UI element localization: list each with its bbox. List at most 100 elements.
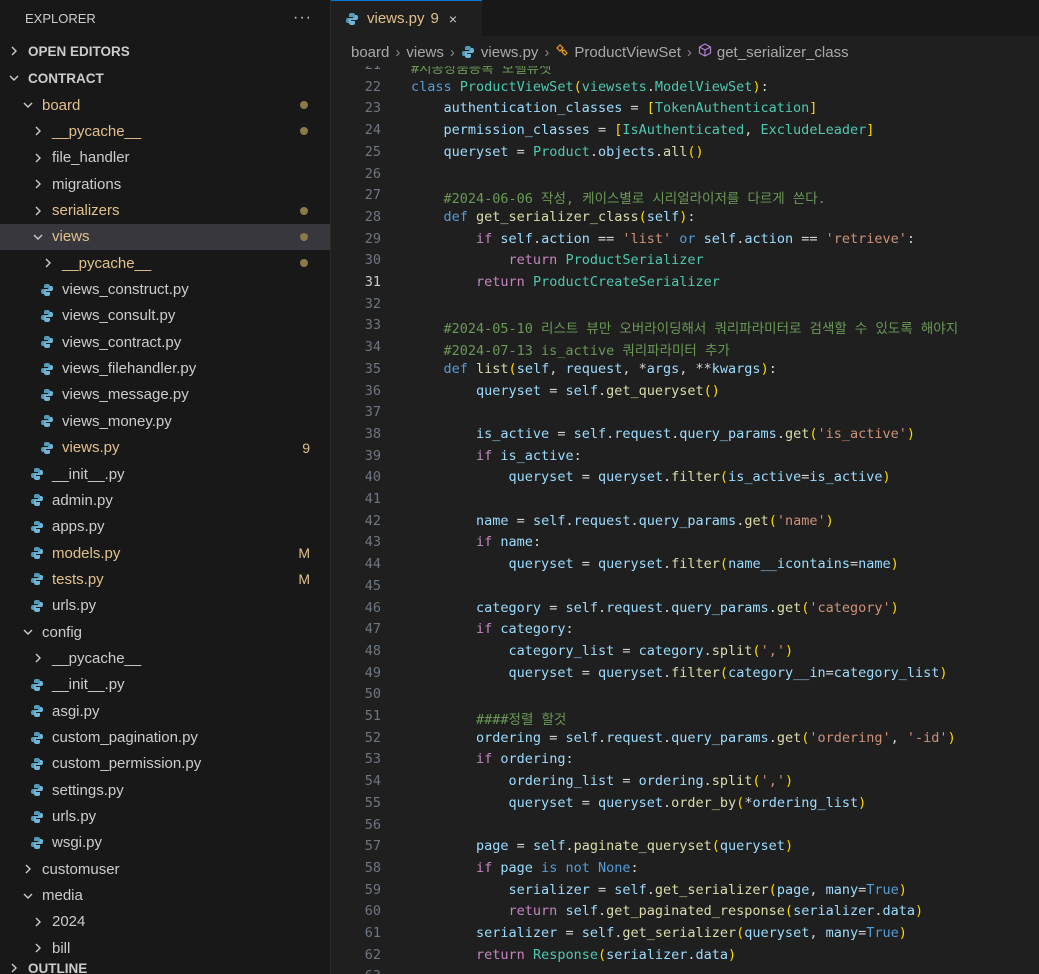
file-item[interactable]: custom_pagination.py xyxy=(0,724,330,750)
chevron-right-icon xyxy=(30,206,46,216)
tree-item-label: __init__.py xyxy=(52,465,125,483)
line-number: 33 xyxy=(364,317,381,334)
folder-item[interactable]: media xyxy=(0,883,330,909)
file-item[interactable]: urls.py xyxy=(0,803,330,829)
python-file-icon xyxy=(40,362,54,376)
folder-item[interactable]: __pycache__ xyxy=(0,645,330,671)
line-number: 35 xyxy=(364,360,381,377)
file-item[interactable]: tests.py M xyxy=(0,566,330,592)
python-file-icon xyxy=(345,12,359,26)
file-item[interactable]: asgi.py xyxy=(0,698,330,724)
folder-item[interactable]: customuser xyxy=(0,856,330,882)
line-number: 42 xyxy=(364,512,381,529)
tree-item-label: views_contract.py xyxy=(62,333,182,351)
file-item[interactable]: views_message.py xyxy=(0,382,330,408)
folder-item[interactable]: serializers xyxy=(0,197,330,223)
line-number: 49 xyxy=(364,664,381,681)
tree-item-label: serializers xyxy=(52,202,120,220)
file-item[interactable]: views_consult.py xyxy=(0,303,330,329)
modified-dot-icon xyxy=(300,127,308,136)
code-line: if self.action == 'list' or self.action … xyxy=(476,230,916,247)
chevron-down-icon xyxy=(6,73,22,83)
file-item[interactable]: apps.py xyxy=(0,514,330,540)
code-line: ####정렬 할것 xyxy=(476,712,567,728)
line-number: 40 xyxy=(364,469,381,486)
chevron-down-icon xyxy=(20,627,36,637)
chevron-down-icon xyxy=(20,891,36,901)
code-line: queryset = queryset.filter(is_active=is_… xyxy=(508,469,891,486)
chevron-right-icon xyxy=(6,46,22,56)
line-number: 58 xyxy=(364,859,381,876)
folder-item[interactable]: board xyxy=(0,92,330,118)
tree-item-label: views_consult.py xyxy=(62,307,176,325)
code-line: queryset = Product.objects.all() xyxy=(443,143,704,160)
breadcrumb-board[interactable]: board xyxy=(351,44,389,61)
tree-item-label: views_message.py xyxy=(62,386,189,404)
code-line: if name: xyxy=(476,534,542,551)
modified-dot-icon xyxy=(300,232,308,241)
folder-item[interactable]: config xyxy=(0,619,330,645)
file-item[interactable]: admin.py xyxy=(0,487,330,513)
code-line: #2024-07-13 is_active 쿼리파라미터 추가 xyxy=(443,343,730,360)
tree-item-label: urls.py xyxy=(52,597,97,615)
tab-views-py[interactable]: views.py 9 × xyxy=(331,0,482,36)
tree-item-label: asgi.py xyxy=(52,702,100,720)
folder-item[interactable]: file_handler xyxy=(0,145,330,171)
open-editors-section[interactable]: OPEN EDITORS xyxy=(0,38,330,64)
code-line: return Response(serializer.data) xyxy=(476,946,737,963)
project-section[interactable]: CONTRACT xyxy=(0,65,330,91)
explorer-sidebar: EXPLORER ··· OPEN EDITORS CONTRACT board… xyxy=(0,0,331,974)
file-item[interactable]: models.py M xyxy=(0,540,330,566)
code-line: permission_classes = [IsAuthenticated, E… xyxy=(443,122,875,139)
tree-item-label: migrations xyxy=(52,175,122,193)
breadcrumb-method[interactable]: get_serializer_class xyxy=(717,44,849,61)
chevron-right-icon xyxy=(20,864,36,874)
line-number: 57 xyxy=(364,838,381,855)
python-file-icon xyxy=(30,757,44,771)
tree-item-label: custom_pagination.py xyxy=(52,729,198,747)
breadcrumb-file[interactable]: views.py xyxy=(481,44,539,61)
modified-dot-icon xyxy=(300,259,308,268)
chevron-right-icon xyxy=(30,179,46,189)
tab-label: views.py xyxy=(367,10,425,27)
python-file-icon xyxy=(30,520,44,534)
close-icon[interactable]: × xyxy=(449,11,457,27)
tree-item-label: views.py xyxy=(62,439,120,457)
folder-item[interactable]: 2024 xyxy=(0,909,330,935)
file-item[interactable]: settings.py xyxy=(0,777,330,803)
folder-item[interactable]: views xyxy=(0,223,330,251)
folder-item[interactable]: __pycache__ xyxy=(0,118,330,144)
file-item[interactable]: __init__.py xyxy=(0,461,330,487)
line-number: 31 xyxy=(364,274,381,290)
outline-section[interactable]: OUTLINE xyxy=(0,955,330,974)
file-item[interactable]: __init__.py xyxy=(0,672,330,698)
line-number: 48 xyxy=(364,642,381,659)
chevron-right-icon: › xyxy=(544,43,550,61)
line-number: 29 xyxy=(364,230,381,247)
folder-item[interactable]: __pycache__ xyxy=(0,250,330,276)
file-item[interactable]: views_contract.py xyxy=(0,329,330,355)
code-line: class ProductViewSet(viewsets.ModelViewS… xyxy=(411,78,769,95)
line-number: 53 xyxy=(364,751,381,768)
file-item[interactable]: views_filehandler.py xyxy=(0,356,330,382)
file-item[interactable]: custom_permission.py xyxy=(0,751,330,777)
chevron-down-icon xyxy=(30,232,46,242)
breadcrumb-class[interactable]: ProductViewSet xyxy=(574,44,680,61)
chevron-right-icon xyxy=(30,126,46,136)
file-item[interactable]: views_money.py xyxy=(0,408,330,434)
code-line: category_list = category.split(',') xyxy=(508,642,794,659)
project-label: CONTRACT xyxy=(28,70,104,86)
code-line: queryset = queryset.order_by(*ordering_l… xyxy=(508,794,867,811)
file-item[interactable]: views_construct.py xyxy=(0,276,330,302)
python-file-icon xyxy=(40,388,54,402)
python-file-icon xyxy=(461,45,475,59)
code-line: return ProductSerializer xyxy=(508,252,704,269)
folder-item[interactable]: migrations xyxy=(0,171,330,197)
more-actions-icon[interactable]: ··· xyxy=(293,9,312,27)
breadcrumb-views[interactable]: views xyxy=(406,44,444,61)
tree-item-label: board xyxy=(42,96,81,114)
line-number: 55 xyxy=(364,794,381,811)
file-item[interactable]: wsgi.py xyxy=(0,830,330,856)
file-item[interactable]: views.py 9 xyxy=(0,435,330,461)
file-item[interactable]: urls.py xyxy=(0,593,330,619)
